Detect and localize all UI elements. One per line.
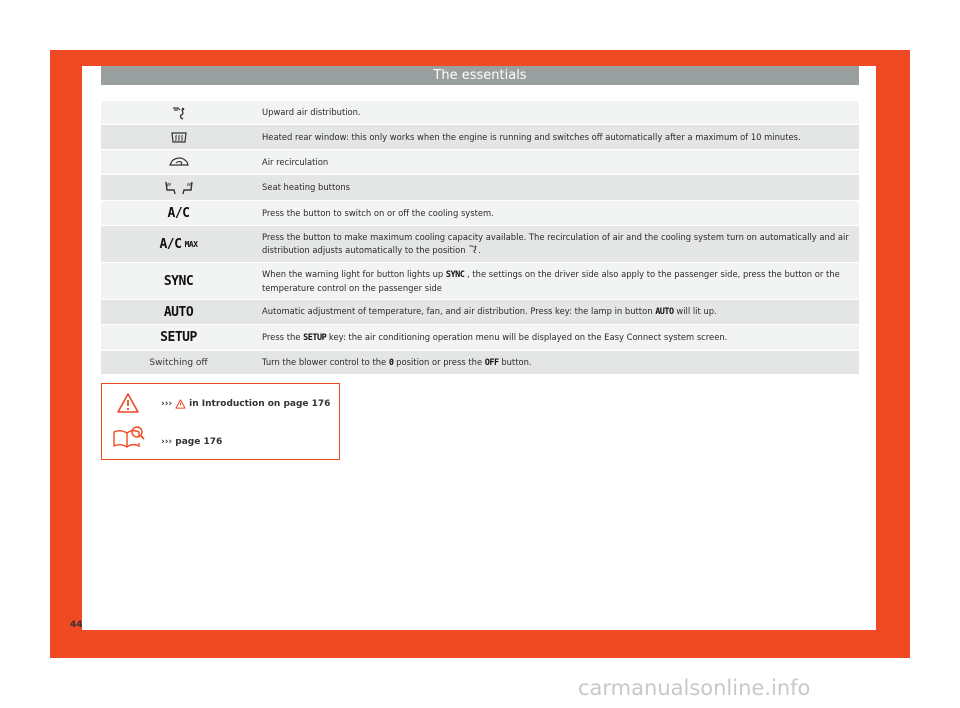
upward-air-distribution-icon bbox=[469, 245, 477, 254]
setup-key: SETUP bbox=[101, 325, 256, 350]
seat-heating-icon bbox=[101, 175, 256, 200]
row-description: Upward air distribution. bbox=[262, 107, 361, 117]
table-row: A/C Press the button to switch on or off… bbox=[101, 201, 859, 226]
section-header: The essentials bbox=[101, 66, 859, 85]
table-row: Upward air distribution. bbox=[101, 101, 859, 125]
warning-triangle-icon bbox=[117, 393, 139, 413]
table-row: Heated rear window: this only works when… bbox=[101, 125, 859, 150]
page-reference[interactable]: ››› page 176 bbox=[161, 437, 222, 447]
reference-arrows: ››› bbox=[161, 399, 173, 409]
row-description: Press the SETUP key: the air conditionin… bbox=[256, 325, 859, 350]
watermark: carmanualsonline.info bbox=[578, 676, 811, 700]
controls-table: Upward air distribution. Heated rear win… bbox=[101, 101, 859, 375]
setup-key-label: SETUP bbox=[160, 330, 197, 345]
row-text-after: . bbox=[478, 245, 481, 255]
row-description: Heated rear window: this only works when… bbox=[262, 131, 801, 142]
heated-rear-window-icon bbox=[101, 125, 256, 149]
table-row: Air recirculation bbox=[101, 150, 859, 175]
inline-sync-key: SYNC bbox=[445, 269, 465, 280]
ac-key: A/C bbox=[101, 201, 256, 225]
warning-triangle-icon bbox=[175, 399, 186, 409]
table-row: Seat heating buttons bbox=[101, 175, 859, 201]
row-description: Automatic adjustment of temperature, fan… bbox=[256, 300, 859, 324]
inline-zero-key: 0 bbox=[388, 357, 394, 368]
row-description: When the warning light for button lights… bbox=[256, 263, 859, 299]
upward-air-distribution-icon bbox=[101, 101, 256, 124]
ac-max-key-sup: MAX bbox=[184, 239, 198, 249]
table-row: SETUP Press the SETUP key: the air condi… bbox=[101, 325, 859, 351]
warning-reference-text: in Introduction on page 176 bbox=[189, 399, 331, 409]
row-text-before: Automatic adjustment of temperature, fan… bbox=[262, 306, 653, 316]
row-description: Press the button to make maximum cooling… bbox=[256, 226, 859, 262]
row-text-before: Press the bbox=[262, 331, 301, 342]
table-row: Switching off Turn the blower control to… bbox=[101, 351, 859, 375]
row-text-before: When the warning light for button lights… bbox=[262, 268, 444, 279]
row-text-after: button. bbox=[501, 356, 532, 367]
table-row: AUTO Automatic adjustment of temperature… bbox=[101, 300, 859, 325]
row-description: Seat heating buttons bbox=[262, 182, 351, 192]
row-text-before: Press the button to make maximum cooling… bbox=[262, 232, 849, 255]
ac-max-key: A/C MAX bbox=[101, 226, 256, 262]
row-description: Air recirculation bbox=[262, 156, 329, 167]
inline-setup-key: SETUP bbox=[303, 332, 327, 343]
row-text-middle: position or press the bbox=[396, 356, 483, 367]
auto-key-label: AUTO bbox=[163, 304, 194, 320]
warning-reference[interactable]: ››› in Introduction on page 176 bbox=[161, 399, 330, 409]
table-row: A/C MAX Press the button to make maximum… bbox=[101, 226, 859, 263]
page-number: 44 bbox=[70, 620, 83, 630]
inline-auto-key: AUTO bbox=[655, 307, 674, 317]
row-text-before: Turn the blower control to the bbox=[262, 356, 387, 367]
switching-off-label: Switching off bbox=[149, 357, 208, 368]
row-description: Turn the blower control to the 0 positio… bbox=[256, 351, 859, 374]
row-text-after: will lit up. bbox=[676, 306, 717, 316]
ac-key-label: A/C bbox=[167, 205, 190, 221]
ac-max-key-label: A/C bbox=[159, 236, 182, 252]
air-recirculation-icon bbox=[101, 150, 256, 174]
auto-key: AUTO bbox=[101, 300, 256, 324]
table-row: SYNC When the warning light for button l… bbox=[101, 263, 859, 300]
cross-reference-box: ››› in Introduction on page 176 ››› page… bbox=[101, 383, 340, 460]
sync-key-label: SYNC bbox=[163, 273, 194, 289]
inline-off-key: OFF bbox=[484, 357, 499, 368]
sync-key: SYNC bbox=[101, 263, 256, 299]
row-text-after: key: the air conditioning operation menu… bbox=[328, 331, 728, 342]
row-description: Press the button to switch on or off the… bbox=[262, 207, 494, 218]
book-magnifier-icon bbox=[113, 426, 145, 448]
